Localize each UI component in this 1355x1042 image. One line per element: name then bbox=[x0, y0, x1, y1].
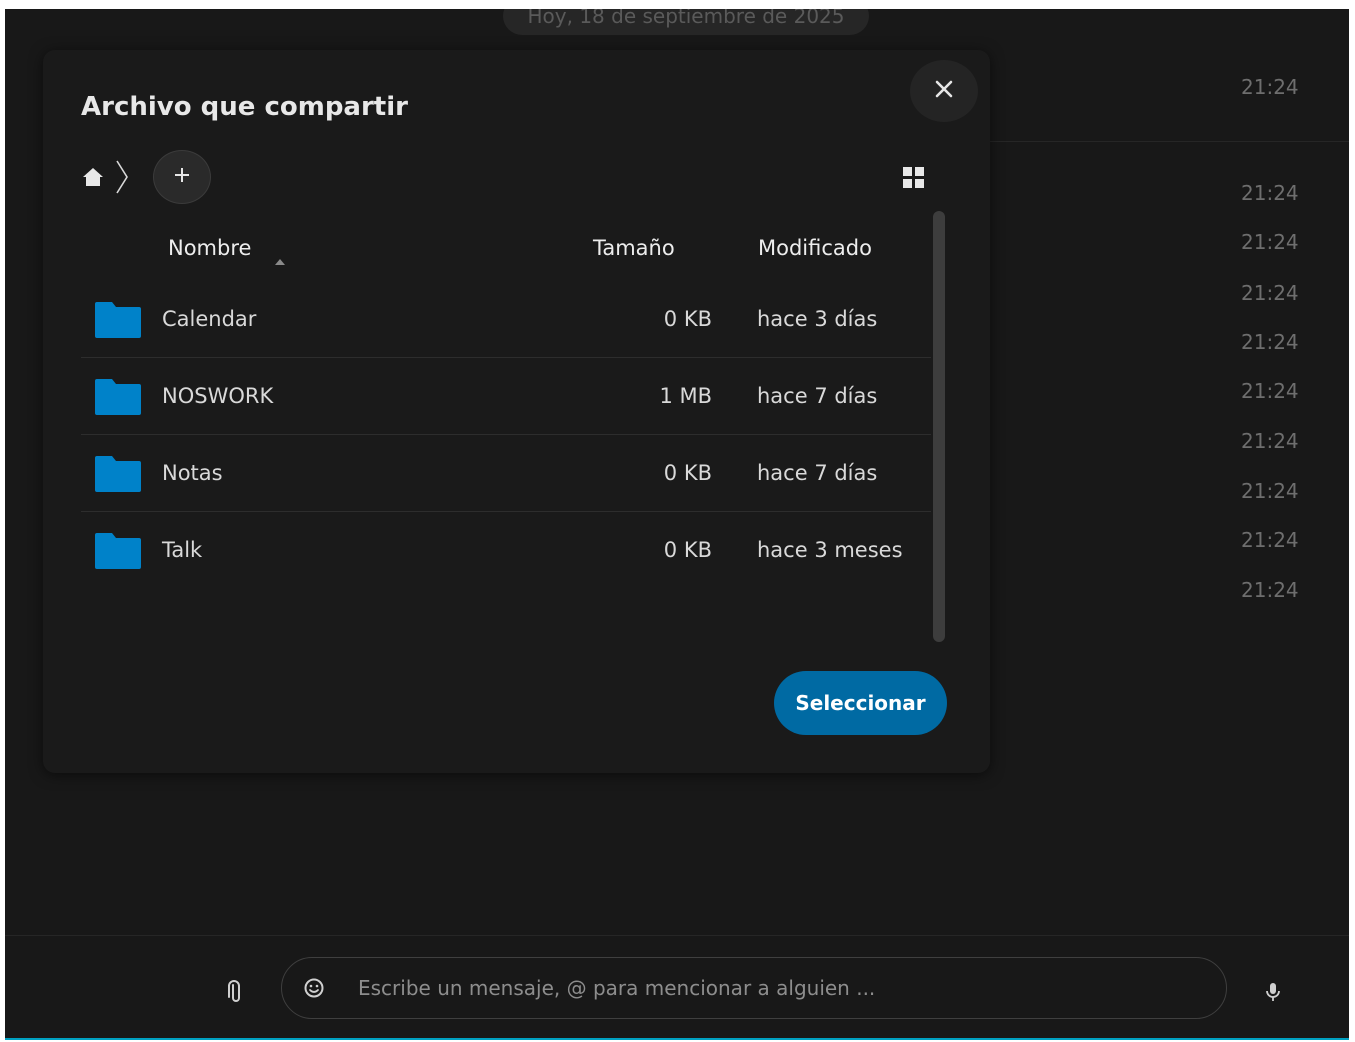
scrollbar[interactable] bbox=[933, 211, 945, 642]
window-bottom-edge bbox=[5, 1038, 1349, 1040]
message-timestamp: 21:24 bbox=[1241, 75, 1299, 99]
message-timestamp: 21:24 bbox=[1241, 230, 1299, 254]
breadcrumb bbox=[81, 150, 221, 204]
file-size: 0 KB bbox=[663, 538, 712, 562]
microphone-icon[interactable] bbox=[1263, 979, 1283, 1005]
close-button[interactable] bbox=[910, 60, 978, 122]
file-size: 0 KB bbox=[663, 461, 712, 485]
file-name: Notas bbox=[162, 461, 223, 485]
folder-icon bbox=[95, 533, 141, 569]
message-input[interactable]: Escribe un mensaje, @ para mencionar a a… bbox=[281, 957, 1227, 1019]
dialog-title: Archivo que compartir bbox=[81, 92, 408, 122]
select-button[interactable]: Seleccionar bbox=[774, 671, 947, 735]
file-name: Talk bbox=[162, 538, 203, 562]
file-row[interactable]: NOSWORK 1 MB hace 7 días bbox=[81, 358, 931, 435]
column-header-name[interactable]: Nombre bbox=[168, 236, 251, 260]
file-modified: hace 7 días bbox=[757, 461, 878, 485]
column-header-modified[interactable]: Modificado bbox=[758, 236, 872, 260]
message-timestamp: 21:24 bbox=[1241, 528, 1299, 552]
composer-divider bbox=[5, 935, 1349, 936]
file-modified: hace 3 meses bbox=[757, 538, 903, 562]
message-placeholder: Escribe un mensaje, @ para mencionar a a… bbox=[358, 976, 876, 1000]
date-divider: Hoy, 18 de septiembre de 2025 bbox=[503, 9, 869, 35]
column-header-size[interactable]: Tamaño bbox=[593, 236, 675, 260]
folder-icon bbox=[95, 379, 141, 415]
folder-icon bbox=[95, 456, 141, 492]
folder-icon bbox=[95, 302, 141, 338]
message-timestamp: 21:24 bbox=[1241, 578, 1299, 602]
message-divider bbox=[990, 141, 1349, 142]
message-timestamp: 21:24 bbox=[1241, 429, 1299, 453]
message-timestamp: 21:24 bbox=[1241, 479, 1299, 503]
message-timestamp: 21:24 bbox=[1241, 181, 1299, 205]
file-row[interactable]: Calendar 0 KB hace 3 días bbox=[81, 281, 931, 358]
file-row[interactable]: Talk 0 KB hace 3 meses bbox=[81, 512, 931, 589]
file-modified: hace 7 días bbox=[757, 384, 878, 408]
message-timestamp: 21:24 bbox=[1241, 379, 1299, 403]
chevron-right-icon bbox=[115, 158, 129, 196]
paperclip-icon[interactable] bbox=[225, 979, 247, 1005]
plus-icon bbox=[173, 166, 191, 188]
file-name: Calendar bbox=[162, 307, 257, 331]
sort-ascending-icon bbox=[275, 250, 285, 265]
emoji-icon[interactable] bbox=[303, 977, 325, 999]
file-size: 1 MB bbox=[659, 384, 712, 408]
file-picker-dialog: Archivo que compartir Nombre Tamaño Modi… bbox=[43, 50, 990, 773]
file-row[interactable]: Notas 0 KB hace 7 días bbox=[81, 435, 931, 512]
home-icon[interactable] bbox=[81, 166, 105, 188]
file-name: NOSWORK bbox=[162, 384, 274, 408]
file-size: 0 KB bbox=[663, 307, 712, 331]
message-timestamp: 21:24 bbox=[1241, 281, 1299, 305]
message-timestamp: 21:24 bbox=[1241, 330, 1299, 354]
grid-view-icon[interactable] bbox=[901, 165, 927, 191]
file-modified: hace 3 días bbox=[757, 307, 878, 331]
new-folder-button[interactable] bbox=[153, 150, 211, 204]
close-icon bbox=[935, 80, 953, 102]
